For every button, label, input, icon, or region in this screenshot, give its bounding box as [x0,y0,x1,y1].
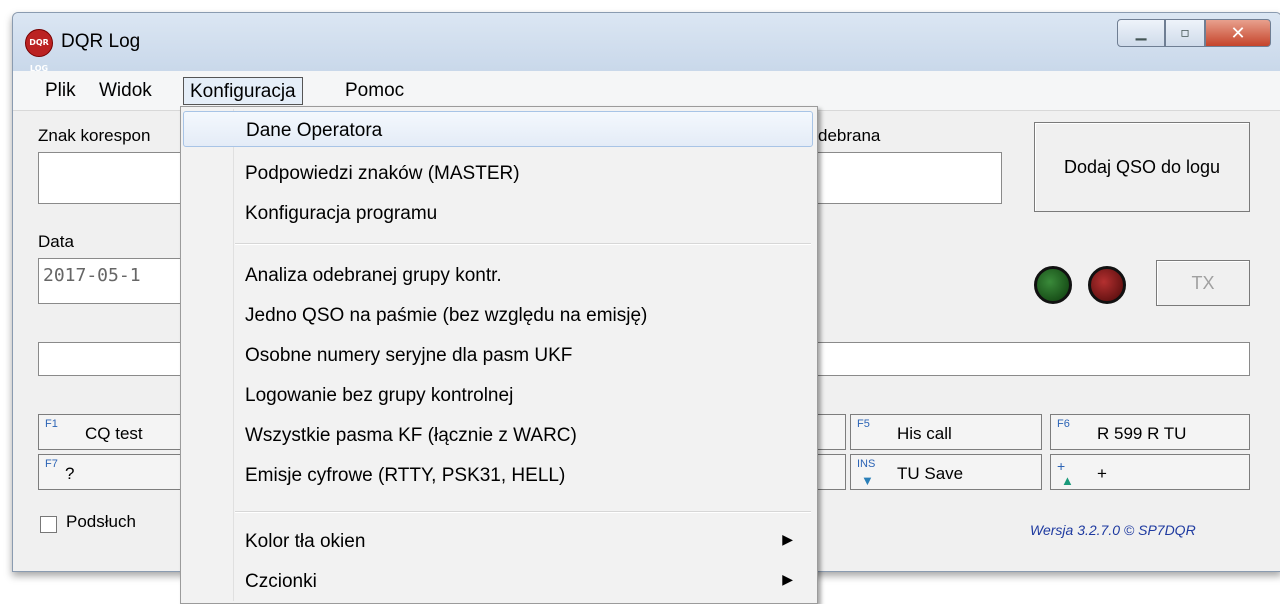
title-bar[interactable]: DQR LOG DQR Log ▁ ▫ ✕ [13,13,1280,73]
menu-item-czcionki[interactable]: Czcionki ▶ [183,563,813,599]
menu-item-label: Czcionki [245,571,317,592]
version-label: Wersja 3.2.7.0 © SP7DQR [1030,522,1196,538]
comment-input-right[interactable] [810,342,1250,376]
window-title: DQR Log [61,31,141,52]
menu-item-label: Konfiguracja programu [245,203,438,224]
ins-tu-save-button[interactable]: INS ▼ TU Save [850,454,1042,490]
submenu-arrow-icon: ▶ [782,571,793,587]
f7-key-label: F7 [45,458,58,470]
podsluch-label: Podsłuch [66,512,136,531]
menu-konfiguracja[interactable]: Konfiguracja [183,77,303,105]
menu-item-label: Kolor tła okien [245,531,366,552]
menu-item-label: Emisje cyfrowe (RTTY, PSK31, HELL) [245,465,566,486]
menu-item-emisje-cyfrowe[interactable]: Emisje cyfrowe (RTTY, PSK31, HELL) [183,457,813,493]
menu-separator [235,511,811,513]
menu-pomoc[interactable]: Pomoc [339,77,410,105]
plus-key-label: + [1057,458,1066,474]
tx-led-indicator [1088,266,1126,304]
menu-separator [235,243,811,245]
submenu-arrow-icon: ▶ [782,531,793,547]
f5-key-label: F5 [857,418,870,430]
plus-button[interactable]: + ▲ + [1050,454,1250,490]
f1-label: CQ test [85,424,143,443]
menu-widok[interactable]: Widok [93,77,158,105]
date-input[interactable]: 2017-05-1 [38,258,188,304]
menu-plik[interactable]: Plik [39,77,82,105]
callsign-input[interactable] [38,152,188,204]
menu-item-label: Podpowiedzi znaków (MASTER) [245,163,520,184]
tx-button[interactable]: TX [1156,260,1250,306]
menu-item-jedno-qso[interactable]: Jedno QSO na paśmie (bez względu na emis… [183,297,813,333]
ins-key-label: INS [857,458,876,470]
f6-label: R 599 R TU [1097,424,1187,443]
app-logo-icon: DQR LOG [25,29,53,73]
f1-key-label: F1 [45,418,58,430]
comment-input-left[interactable] [38,342,188,376]
menu-item-label: Analiza odebranej grupy kontr. [245,265,502,286]
date-label: Data [38,232,74,251]
menu-item-label: Jedno QSO na paśmie (bez względu na emis… [245,305,648,326]
f1-cq-test-button[interactable]: F1 CQ test [38,414,188,450]
close-button[interactable]: ✕ [1205,19,1271,47]
menu-item-label: Dane Operatora [246,120,383,141]
f7-label: ? [65,464,75,483]
ins-label: TU Save [897,464,964,483]
received-input[interactable] [810,152,1002,204]
minimize-button[interactable]: ▁ [1117,19,1165,47]
podsluch-checkbox[interactable] [40,516,57,533]
menu-item-osobne-numery[interactable]: Osobne numery seryjne dla pasm UKF [183,337,813,373]
menu-item-label: Logowanie bez grupy kontrolnej [245,385,514,406]
rx-led-indicator [1034,266,1072,304]
callsign-label: Znak korespon [38,126,151,145]
add-qso-button[interactable]: Dodaj QSO do logu [1034,122,1250,212]
menu-item-podpowiedzi[interactable]: Podpowiedzi znaków (MASTER) [183,155,813,191]
menu-bar: Plik Widok Konfiguracja Pomoc [13,71,1280,111]
menu-item-konfiguracja-programu[interactable]: Konfiguracja programu [183,195,813,231]
menu-item-wszystkie-pasma[interactable]: Wszystkie pasma KF (łącznie z WARC) [183,417,813,453]
menu-item-label: Wszystkie pasma KF (łącznie z WARC) [245,425,577,446]
menu-item-analiza[interactable]: Analiza odebranej grupy kontr. [183,257,813,293]
plus-label: + [1097,464,1107,483]
f5-label: His call [897,424,952,443]
f5-his-call-button[interactable]: F5 His call [850,414,1042,450]
konfiguracja-dropdown-menu: Dane Operatora Podpowiedzi znaków (MASTE… [180,106,818,604]
received-label: debrana [818,126,881,145]
f6-r599-button[interactable]: F6 R 599 R TU [1050,414,1250,450]
maximize-button[interactable]: ▫ [1165,19,1205,47]
menu-item-label: Osobne numery seryjne dla pasm UKF [245,345,573,366]
menu-item-kolor-tla[interactable]: Kolor tła okien ▶ [183,523,813,559]
menu-item-dane-operatora[interactable]: Dane Operatora [183,111,813,147]
arrow-down-icon: ▼ [861,473,874,488]
arrow-up-icon: ▲ [1061,473,1074,488]
f7-question-button[interactable]: F7 ? [38,454,188,490]
f6-key-label: F6 [1057,418,1070,430]
menu-item-logowanie[interactable]: Logowanie bez grupy kontrolnej [183,377,813,413]
